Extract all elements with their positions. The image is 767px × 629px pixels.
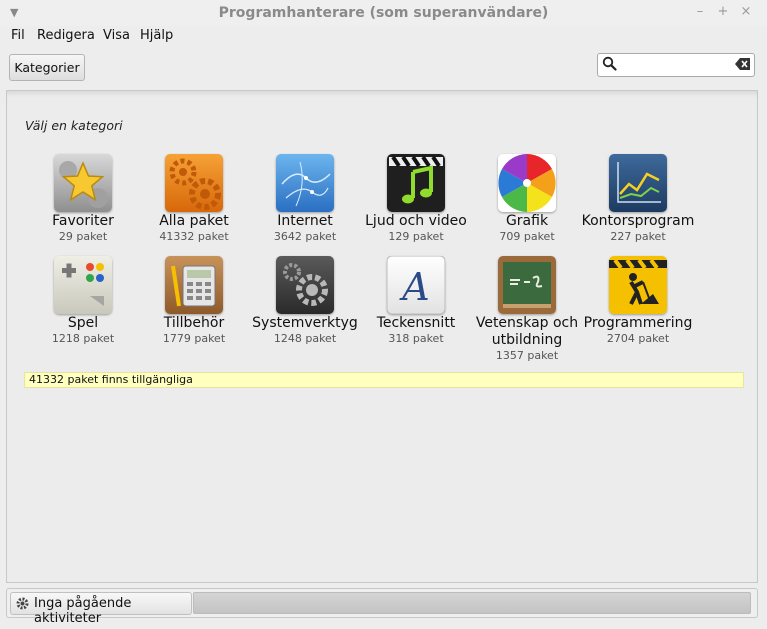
gear-icon (16, 597, 29, 610)
category-name: Spel (67, 315, 99, 331)
category-vetenskap-och-utbildning[interactable]: Vetenskap och utbildning 1357 paket (468, 256, 586, 362)
category-teckensnitt[interactable]: A Teckensnitt 318 paket (357, 256, 475, 345)
toolbar: Kategorier (0, 48, 767, 88)
category-name: Ljud och video (365, 213, 467, 229)
font-icon: A (387, 256, 445, 314)
category-count: 41332 paket (159, 230, 229, 243)
category-systemverktyg[interactable]: Systemverktyg 1248 paket (246, 256, 364, 345)
category-ljud-och-video[interactable]: Ljud och video 129 paket (357, 154, 475, 243)
star-icon (54, 154, 112, 212)
maximize-button[interactable]: + (715, 4, 731, 20)
category-spel[interactable]: Spel 1218 paket (24, 256, 142, 345)
category-count: 29 paket (58, 230, 108, 243)
title-bar: ▼ Programhanterare (som superanvändare) … (0, 0, 767, 26)
minimize-button[interactable]: – (692, 4, 708, 20)
color-wheel-icon (498, 154, 556, 212)
category-count: 227 paket (610, 230, 666, 243)
globe-icon (276, 154, 334, 212)
category-count: 129 paket (388, 230, 444, 243)
category-heading: Välj en kategori (25, 118, 123, 133)
category-count: 3642 paket (273, 230, 337, 243)
roadwork-icon (609, 256, 667, 314)
category-count: 1357 paket (495, 349, 559, 362)
clear-search-icon[interactable] (735, 58, 751, 70)
svg-text:A: A (399, 265, 429, 309)
category-panel: Välj en kategori Favoriter 29 paket Alla… (6, 90, 758, 583)
categories-button[interactable]: Kategorier (9, 54, 85, 81)
category-kontorsprogram[interactable]: Kontorsprogram 227 paket (579, 154, 697, 243)
activity-label: Inga pågående aktiviteter (34, 596, 132, 626)
calculator-icon (165, 256, 223, 314)
category-name: Alla paket (159, 213, 229, 229)
activities-button[interactable]: Inga pågående aktiviteter (10, 592, 192, 626)
gamepad-icon (54, 256, 112, 314)
category-tillbehor[interactable]: Tillbehör 1779 paket (135, 256, 253, 345)
chart-board-icon (609, 154, 667, 212)
menu-bar: Fil Redigera Visa Hjälp (0, 26, 767, 48)
clapper-note-icon (387, 154, 445, 212)
package-status: 41332 paket finns tillgängliga (24, 372, 744, 388)
category-alla-paket[interactable]: Alla paket 41332 paket (135, 154, 253, 243)
category-name: Favoriter (52, 213, 114, 229)
category-count: 318 paket (388, 332, 444, 345)
search-input[interactable] (620, 56, 734, 74)
category-programmering[interactable]: Programmering 2704 paket (579, 256, 697, 345)
activity-bar: Inga pågående aktiviteter (6, 588, 758, 626)
window-title: Programhanterare (som superanvändare) (218, 5, 549, 21)
system-gear-icon (276, 256, 334, 314)
category-name: Vetenskap och utbildning (475, 315, 579, 348)
category-name: Grafik (505, 213, 549, 229)
category-name: Teckensnitt (376, 315, 456, 331)
menu-redigera[interactable]: Redigera (37, 28, 95, 43)
category-count: 1248 paket (273, 332, 337, 345)
category-grafik[interactable]: Grafik 709 paket (468, 154, 586, 243)
category-name: Internet (277, 213, 333, 229)
category-name: Systemverktyg (252, 315, 358, 331)
progress-bar (193, 592, 751, 614)
menu-hjalp[interactable]: Hjälp (140, 28, 173, 43)
close-button[interactable]: × (738, 4, 754, 20)
category-name: Kontorsprogram (581, 213, 695, 229)
category-name: Programmering (583, 315, 693, 331)
category-internet[interactable]: Internet 3642 paket (246, 154, 364, 243)
category-count: 1779 paket (162, 332, 226, 345)
category-count: 2704 paket (606, 332, 670, 345)
category-favoriter[interactable]: Favoriter 29 paket (24, 154, 142, 243)
chalkboard-icon (498, 256, 556, 314)
category-count: 709 paket (499, 230, 555, 243)
menu-fil[interactable]: Fil (11, 28, 25, 43)
gears-icon (165, 154, 223, 212)
category-name: Tillbehör (163, 315, 225, 331)
menu-visa[interactable]: Visa (103, 28, 130, 43)
category-count: 1218 paket (51, 332, 115, 345)
search-box[interactable] (597, 53, 755, 77)
search-icon (602, 56, 617, 71)
